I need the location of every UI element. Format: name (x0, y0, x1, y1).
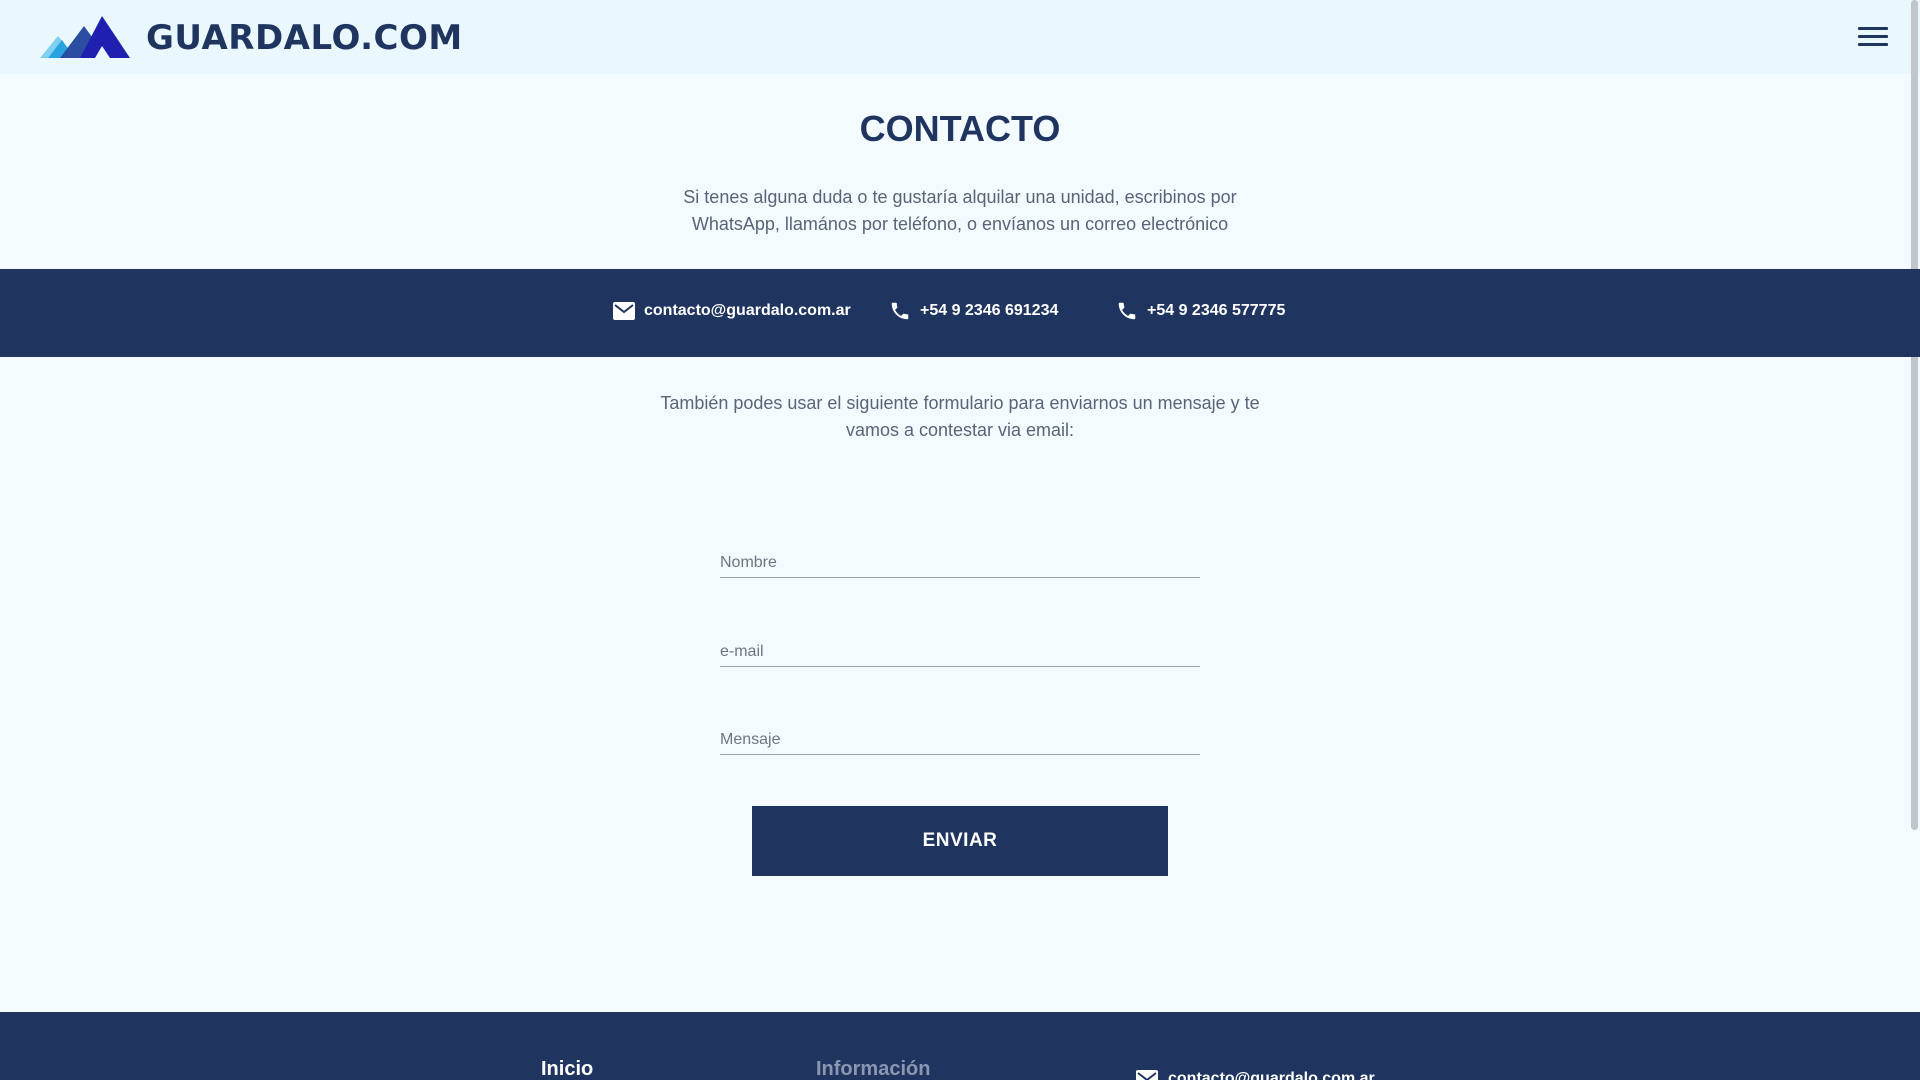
email-field (720, 623, 1200, 667)
intro-text: Si tenes alguna duda o te gustaría alqui… (683, 187, 1237, 234)
page-title: CONTACTO (859, 108, 1061, 149)
footer-link-informacion[interactable]: Información (816, 1058, 930, 1080)
message-field (720, 711, 1200, 755)
email-input[interactable] (720, 623, 1200, 666)
logo[interactable]: GUARDALO.COM (40, 16, 463, 60)
hamburger-menu-icon[interactable] (1858, 27, 1890, 51)
phone2-contact-text: +54 9 2346 577775 (1147, 302, 1286, 319)
footer-link-inicio[interactable]: Inicio (541, 1058, 593, 1080)
phone-icon (1115, 299, 1139, 323)
footer-email-link[interactable]: contacto@guardalo.com.ar (1136, 1070, 1375, 1080)
mail-icon (612, 299, 636, 323)
mountains-logo-icon (40, 16, 130, 58)
name-input[interactable] (720, 534, 1200, 577)
brand-name: GUARDALO.COM (146, 18, 463, 58)
name-field (720, 534, 1200, 578)
site-footer: Inicio Información contacto@guardalo.com… (0, 1012, 1920, 1080)
email-contact-text: contacto@guardalo.com.ar (644, 302, 851, 319)
footer-email-text: contacto@guardalo.com.ar (1168, 1070, 1375, 1080)
phone1-contact-link[interactable]: +54 9 2346 691234 (888, 299, 1058, 323)
site-header: GUARDALO.COM (0, 0, 1920, 74)
message-input[interactable] (720, 711, 1200, 754)
mail-icon (1136, 1070, 1158, 1080)
email-contact-link[interactable]: contacto@guardalo.com.ar (612, 299, 851, 323)
phone2-contact-link[interactable]: +54 9 2346 577775 (1115, 299, 1285, 323)
contact-band: contacto@guardalo.com.ar +54 9 2346 6912… (0, 269, 1920, 357)
phone-icon (888, 299, 912, 323)
send-button[interactable]: ENVIAR (752, 806, 1168, 876)
phone1-contact-text: +54 9 2346 691234 (920, 302, 1059, 319)
form-intro-text: También podes usar el siguiente formular… (660, 393, 1260, 440)
